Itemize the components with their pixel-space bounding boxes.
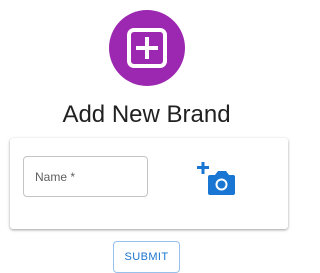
page-title: Add New Brand	[62, 101, 231, 128]
add-a-photo-icon	[197, 162, 235, 195]
submit-button[interactable]: SUBMIT	[113, 241, 180, 273]
add-photo-button[interactable]	[197, 162, 237, 198]
add-box-icon	[127, 28, 167, 68]
name-field[interactable]: Name *	[23, 156, 148, 197]
name-input[interactable]	[24, 157, 147, 196]
add-brand-avatar	[109, 10, 185, 86]
